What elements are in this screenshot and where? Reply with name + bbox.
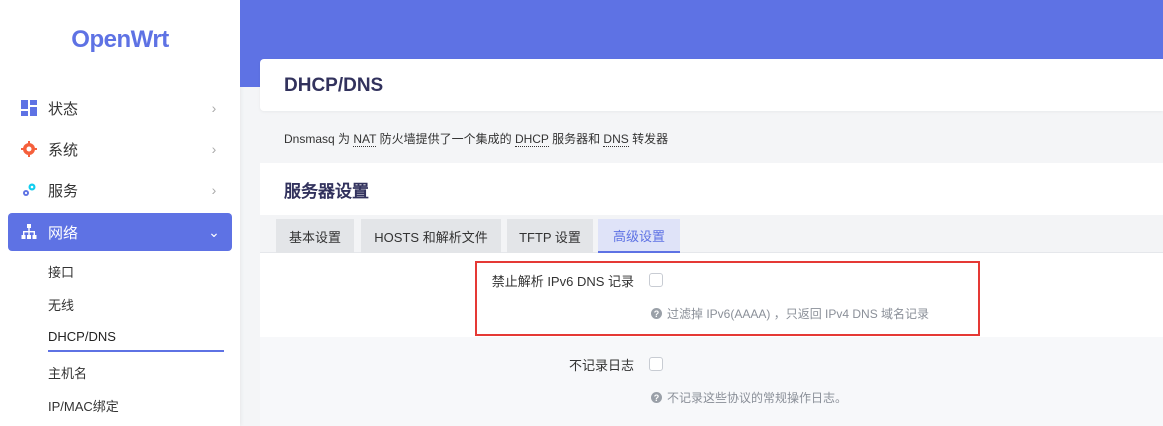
chevron-right-icon: › [211, 182, 217, 198]
option-row-quiet-log: 不记录日志 ? 不记录这些协议的常规操作日志。 [260, 337, 1163, 426]
sidebar-subitem-interfaces[interactable]: 接口 [48, 262, 74, 281]
sidebar-subitem-ip-mac-binding[interactable]: IP/MAC绑定 [48, 396, 119, 415]
option-hint: ? 不记录这些协议的常规操作日志。 [651, 389, 847, 406]
sidebar-item-label: 状态 [48, 100, 79, 118]
sidebar-subitem-wireless[interactable]: 无线 [48, 295, 74, 314]
sidebar: OpenWrt 状态 › 系统 › 服务 › 网络 ⌄ 接口 无线 DHCP/D… [0, 0, 240, 426]
desc-text: 转发器 [628, 132, 669, 146]
sidebar-subitem-hostnames[interactable]: 主机名 [48, 363, 87, 382]
sidebar-item-services[interactable]: 服务 › [8, 171, 232, 209]
brand-logo[interactable]: OpenWrt [0, 26, 240, 54]
sidebar-item-label: 网络 [48, 224, 79, 242]
sidebar-item-label: 服务 [48, 182, 79, 200]
sidebar-item-network[interactable]: 网络 ⌄ [8, 213, 232, 251]
page-description: Dnsmasq 为 NAT 防火墙提供了一个集成的 DHCP 服务器和 DNS … [284, 130, 668, 147]
tab-hosts-resolv[interactable]: HOSTS 和解析文件 [361, 219, 501, 253]
hint-text: 不记录这些协议的常规操作日志。 [667, 391, 848, 405]
desc-text: 防火墙提供了一个集成的 [376, 132, 515, 146]
sidebar-item-status[interactable]: 状态 › [8, 89, 232, 127]
page-title-card: DHCP/DNS [260, 59, 1163, 111]
services-icon [20, 181, 38, 199]
page-title: DHCP/DNS [284, 75, 384, 96]
tab-advanced-settings[interactable]: 高级设置 [598, 219, 680, 253]
chevron-down-icon: ⌄ [208, 223, 220, 240]
chevron-right-icon: › [211, 141, 217, 157]
dashboard-icon [20, 99, 38, 117]
network-icon [20, 223, 38, 241]
help-icon: ? [651, 392, 662, 403]
desc-text: 服务器和 [548, 132, 604, 146]
sidebar-subitem-dhcp-dns[interactable]: DHCP/DNS [48, 329, 116, 344]
highlight-box [475, 261, 980, 336]
tab-basic-settings[interactable]: 基本设置 [276, 219, 354, 253]
chevron-right-icon: › [211, 100, 217, 116]
option-label: 不记录日志 [568, 358, 634, 373]
desc-text: Dnsmasq 为 [284, 132, 354, 146]
abbr-dhcp: DHCP [514, 132, 549, 147]
sidebar-item-label: 系统 [48, 141, 79, 159]
tab-tftp-settings[interactable]: TFTP 设置 [507, 219, 593, 253]
section-title: 服务器设置 [284, 182, 369, 201]
active-subitem-underline [48, 350, 224, 352]
sidebar-item-system[interactable]: 系统 › [8, 130, 232, 168]
gear-icon [20, 140, 38, 158]
abbr-nat: NAT [353, 132, 377, 147]
abbr-dns: DNS [603, 132, 629, 147]
quiet-log-checkbox[interactable] [649, 357, 663, 371]
